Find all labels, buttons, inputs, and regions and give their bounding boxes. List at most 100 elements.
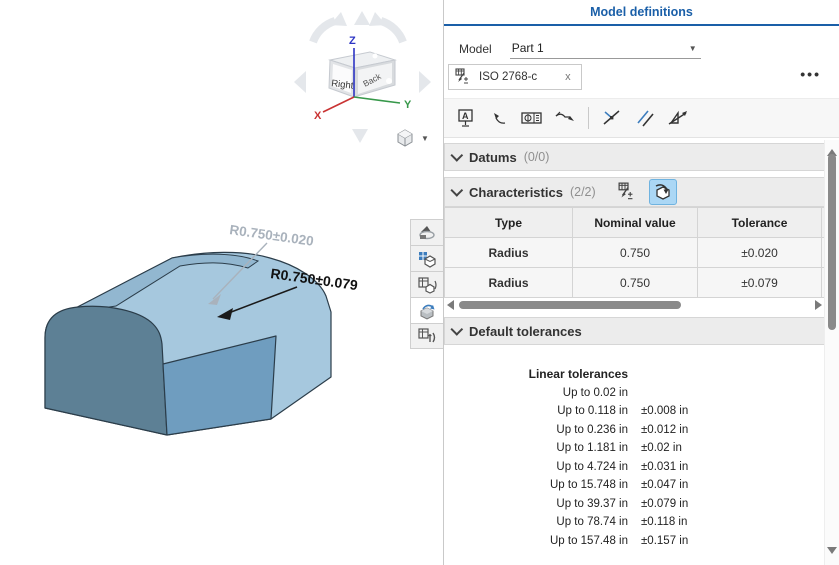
feature-control-frame-icon[interactable] — [520, 106, 544, 130]
3d-viewport[interactable]: R0.750±0.020 R0.750±0.079 — [0, 0, 443, 565]
cad-app-window: R0.750±0.020 R0.750±0.079 — [0, 0, 839, 565]
tolerance-value: ±0.02 in — [641, 439, 771, 458]
viewcube-corner-dot — [386, 78, 392, 84]
tolerance-value: ±0.008 in — [641, 402, 771, 421]
cell-tolerance[interactable]: ±0.020 — [698, 238, 822, 268]
scroll-down-arrow-icon[interactable] — [827, 547, 837, 559]
tolerance-range: Up to 0.02 in — [444, 384, 628, 403]
tolerance-table-icon — [417, 326, 437, 346]
tab-primitives[interactable] — [410, 245, 444, 271]
cell-nominal[interactable]: 0.750 — [573, 268, 698, 298]
model-row: Model Part 1 ▼ — [444, 36, 839, 62]
section-default-tolerances[interactable]: Default tolerances — [444, 317, 825, 345]
model-dropdown-value: Part 1 — [512, 41, 544, 55]
cell-type[interactable]: Radius — [445, 268, 573, 298]
tolerance-range: Up to 78.74 in — [444, 513, 628, 532]
column-header-tolerance[interactable]: Tolerance — [698, 208, 822, 238]
view-options-cube-icon — [394, 127, 416, 149]
tolerance-range: Up to 1.181 in — [444, 439, 628, 458]
linear-tolerance-row: Up to 0.118 in ±0.008 in — [444, 402, 825, 421]
linear-tolerance-row: Up to 39.37 in ±0.079 in — [444, 495, 825, 514]
tolerance-range: Up to 15.748 in — [444, 476, 628, 495]
tab-appearance[interactable] — [410, 219, 444, 245]
note-leader-icon[interactable] — [553, 106, 577, 130]
auto-characteristic-icon[interactable] — [649, 179, 677, 205]
cell-type[interactable]: Radius — [445, 238, 573, 268]
chevron-down-icon: ▼ — [689, 44, 697, 53]
linear-tolerance-row: Up to 1.181 in ±0.02 in — [444, 439, 825, 458]
tolerance-range: Up to 4.724 in — [444, 458, 628, 477]
svg-text:A: A — [462, 111, 469, 121]
cell-nominal[interactable]: 0.750 — [573, 238, 698, 268]
tolerance-range: Up to 157.48 in — [444, 532, 628, 551]
column-header-nominal[interactable]: Nominal value — [573, 208, 698, 238]
linear-tolerances-title: Linear tolerances — [444, 365, 628, 384]
tolerance-value: ±0.047 in — [641, 476, 771, 495]
pan-left-arrow-icon[interactable] — [294, 71, 306, 93]
section-characteristics[interactable]: Characteristics (2/2) — [444, 177, 825, 207]
surface-profile-icon[interactable] — [666, 106, 690, 130]
axis-y-line — [354, 97, 400, 103]
tolerance-value — [641, 384, 771, 403]
cell-tolerance[interactable]: ±0.079 — [698, 268, 822, 298]
panel-tab-strip — [410, 219, 444, 349]
chevron-down-icon — [450, 184, 463, 197]
tolerance-standard-icon — [455, 68, 473, 86]
view-options-button[interactable]: ▼ — [394, 126, 436, 150]
linear-tolerance-row: Up to 0.02 in — [444, 384, 825, 403]
table-row[interactable]: Radius 0.750 ±0.079 — [445, 268, 826, 298]
axis-y-label: Y — [404, 99, 412, 111]
horizontal-scroll-thumb[interactable] — [459, 301, 681, 309]
horizontal-scrollbar[interactable] — [444, 299, 825, 311]
appearance-icon — [417, 223, 437, 243]
datum-feature-icon[interactable]: A — [454, 106, 478, 130]
tolerance-range: Up to 0.118 in — [444, 402, 628, 421]
tab-definition-table[interactable] — [410, 271, 444, 297]
pan-right-arrow-icon[interactable] — [419, 71, 431, 93]
tolerance-value: ±0.157 in — [641, 532, 771, 551]
pan-down-arrow-icon[interactable] — [352, 129, 368, 143]
radius-label-1[interactable]: R0.750±0.020 — [229, 222, 315, 249]
tolerance-range: Up to 39.37 in — [444, 495, 628, 514]
vertical-scrollbar[interactable] — [824, 140, 839, 565]
scroll-left-arrow-icon[interactable] — [447, 300, 454, 310]
model-dropdown[interactable]: Part 1 ▼ — [510, 39, 701, 59]
primitives-cube-icon — [417, 249, 437, 269]
tolerance-standard-icon[interactable] — [615, 180, 641, 204]
model-definitions-panel: Model definitions Model Part 1 ▼ ISO 276… — [443, 0, 839, 565]
linear-tolerance-row: Up to 78.74 in ±0.118 in — [444, 513, 825, 532]
section-datums[interactable]: Datums (0/0) — [444, 143, 825, 171]
part-end-cap-face[interactable] — [45, 306, 167, 435]
pan-up-arrow-icon[interactable] — [354, 11, 370, 25]
datums-title: Datums — [469, 150, 517, 165]
tolerance-value: ±0.118 in — [641, 513, 771, 532]
characteristics-table: Type Nominal value Tolerance Radius 0.75… — [444, 207, 826, 298]
tolerance-range: Up to 0.236 in — [444, 421, 628, 440]
linear-tolerance-row: Up to 157.48 in ±0.157 in — [444, 532, 825, 551]
tolerance-standard-chip[interactable]: ISO 2768-c x — [448, 64, 582, 90]
datum-target-leader-icon[interactable] — [487, 106, 511, 130]
tab-tolerance-table[interactable] — [410, 323, 444, 349]
intersection-line-icon[interactable] — [600, 106, 624, 130]
parallel-lines-icon[interactable] — [633, 106, 657, 130]
column-header-type[interactable]: Type — [445, 208, 573, 238]
tab-model-definition[interactable] — [410, 297, 444, 323]
close-icon[interactable]: x — [565, 71, 571, 83]
tolerance-value: ±0.079 in — [641, 495, 771, 514]
linear-tolerances-block: Linear tolerances Up to 0.02 in Up to 0.… — [444, 365, 825, 550]
chevron-down-icon — [450, 149, 463, 162]
standard-chip-label: ISO 2768-c — [479, 71, 537, 83]
table-row[interactable]: Radius 0.750 ±0.020 — [445, 238, 826, 268]
panel-scroll-area: Datums (0/0) Characteristics (2/2) — [444, 140, 825, 565]
panel-header: Model definitions — [444, 0, 839, 26]
linear-tolerance-row: Up to 0.236 in±0.012 in — [444, 421, 825, 440]
model-label: Model — [459, 42, 492, 56]
characteristics-title: Characteristics — [469, 185, 563, 200]
axis-z-label: Z — [349, 35, 356, 47]
overflow-menu-button[interactable]: ••• — [800, 66, 821, 82]
vertical-scroll-thumb[interactable] — [828, 154, 836, 330]
linear-tolerance-row: Up to 15.748 in ±0.047 in — [444, 476, 825, 495]
scroll-right-arrow-icon[interactable] — [815, 300, 822, 310]
viewcube-corner-dot — [373, 54, 378, 59]
pmi-toolbar: A — [444, 98, 839, 138]
